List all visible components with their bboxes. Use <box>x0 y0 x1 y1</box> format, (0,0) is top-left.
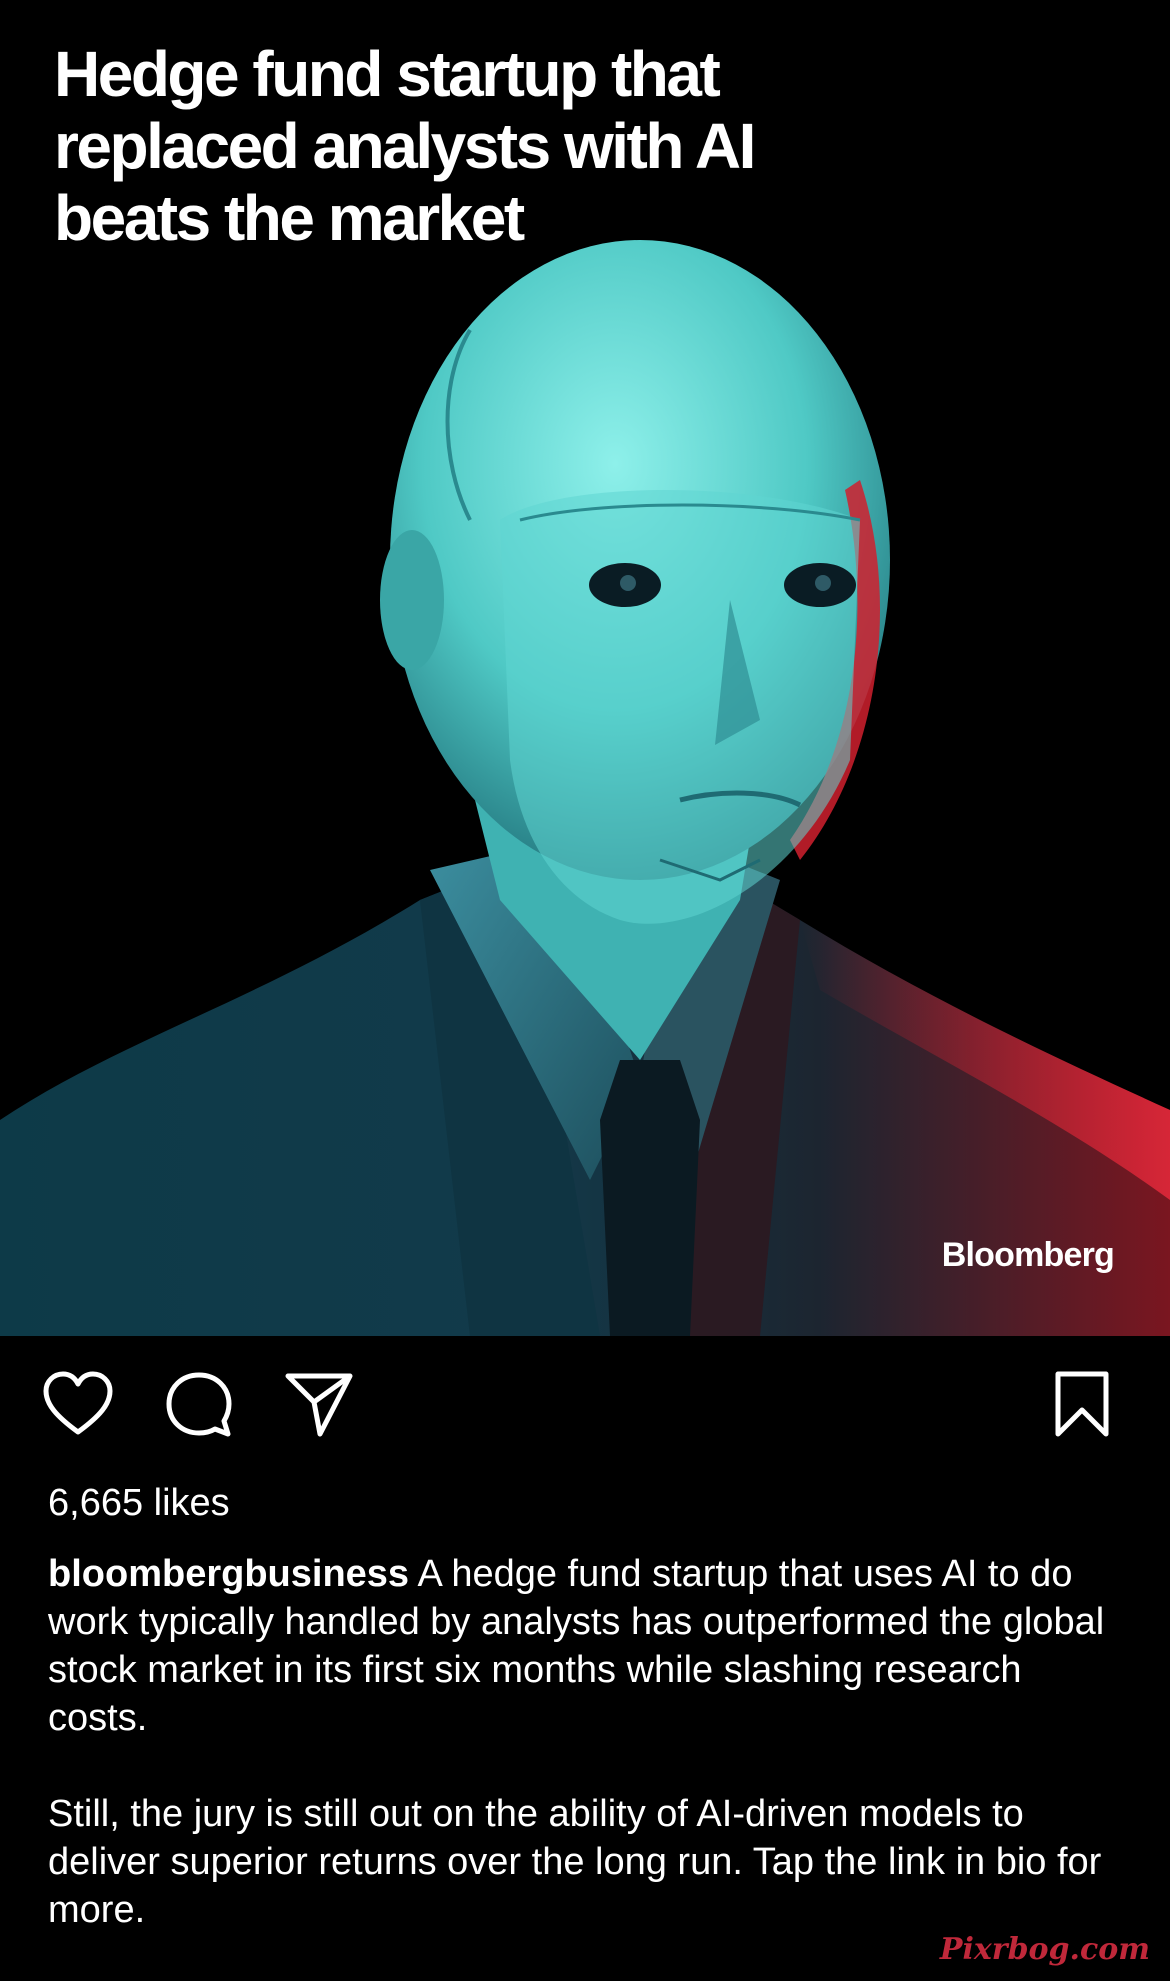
paper-plane-icon <box>285 1373 353 1437</box>
caption-username[interactable]: bloombergbusiness <box>48 1553 409 1595</box>
save-button[interactable] <box>1052 1370 1112 1440</box>
likes-count[interactable]: 6,665 likes <box>48 1482 230 1525</box>
post-action-bar <box>0 1370 1170 1450</box>
like-button[interactable] <box>42 1370 114 1440</box>
caption-text-second: Still, the jury is still out on the abil… <box>48 1793 1102 1931</box>
comment-bubble-icon <box>166 1372 232 1437</box>
comment-button[interactable] <box>164 1370 234 1440</box>
watermark: Pixrbog.com <box>939 1932 1150 1967</box>
post-caption: bloombergbusiness A hedge fund startup t… <box>48 1550 1128 1934</box>
post-image[interactable]: Hedge fund startup that replaced analyst… <box>0 0 1170 1336</box>
bookmark-icon <box>1055 1371 1109 1437</box>
bloomberg-logo: Bloomberg <box>941 1236 1115 1274</box>
share-button[interactable] <box>284 1370 354 1440</box>
heart-icon <box>43 1371 113 1435</box>
post-headline: Hedge fund startup that replaced analyst… <box>54 38 756 254</box>
